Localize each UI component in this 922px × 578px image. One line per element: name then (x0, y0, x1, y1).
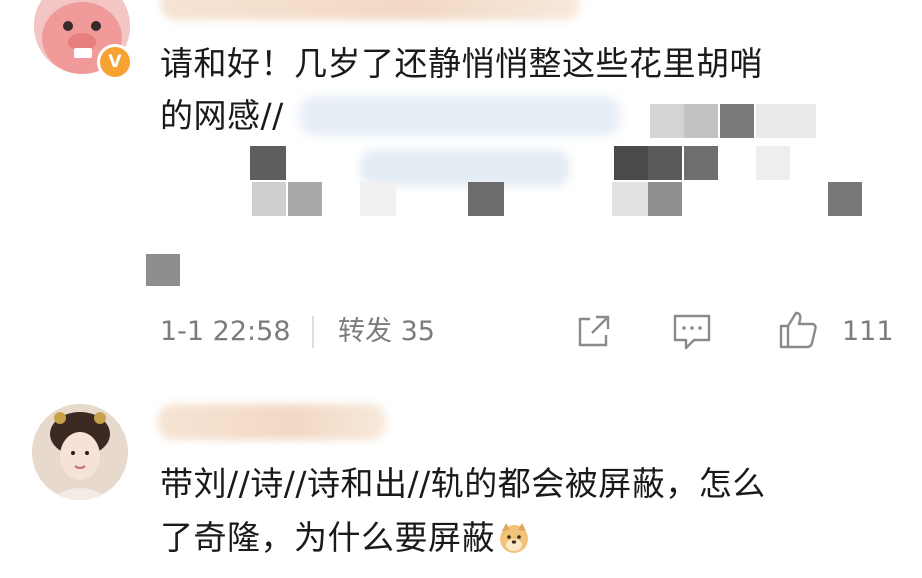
repost-icon[interactable] (576, 313, 612, 349)
portrait-avatar-icon (32, 404, 128, 500)
comment-timestamp: 1-1 22:58 (160, 316, 291, 347)
comment-text-line: 的网感// (160, 96, 284, 135)
verified-badge-icon: V (97, 44, 133, 80)
doge-emoji-icon (500, 523, 528, 553)
repost-count[interactable]: 转发 35 (338, 314, 435, 350)
like-icon[interactable] (778, 310, 818, 350)
comment-text-line: 带刘//诗//诗和出//轨的都会被屏蔽，怎么 (160, 464, 766, 503)
username-redacted[interactable] (158, 404, 386, 440)
divider (312, 316, 314, 348)
redacted-blur (360, 150, 570, 186)
username-redacted[interactable] (160, 0, 580, 20)
comment-icon[interactable] (672, 313, 712, 351)
comment-text-line: 请和好！几岁了还静悄悄整这些花里胡哨 (160, 44, 763, 83)
avatar[interactable] (32, 404, 128, 500)
comment-text-line: 了奇隆，为什么要屏蔽 (160, 518, 531, 558)
like-count: 111 (842, 316, 894, 347)
redacted-blur (300, 96, 620, 136)
